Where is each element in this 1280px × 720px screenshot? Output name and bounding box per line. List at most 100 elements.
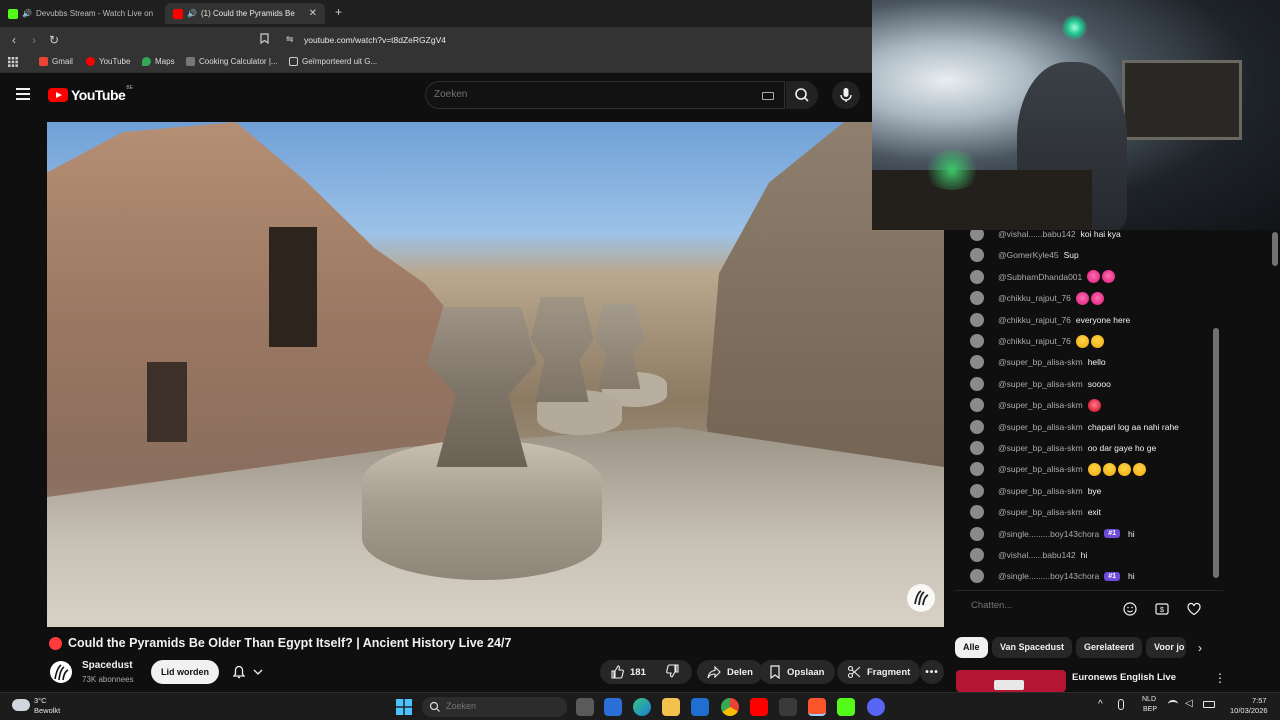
suggested-video-thumbnail[interactable] — [956, 670, 1066, 692]
chip-all[interactable]: Alle — [955, 637, 988, 658]
brave-icon[interactable] — [808, 698, 826, 716]
bookmark-imported-folder[interactable]: Geïmporteerd uit G... — [289, 57, 377, 66]
reload-icon[interactable]: ↻ — [46, 32, 62, 48]
dislike-button[interactable] — [665, 663, 686, 681]
cloud-icon[interactable] — [12, 699, 30, 711]
close-tab-icon[interactable]: ✕ — [309, 8, 317, 19]
weather-temperature[interactable]: 3°C — [34, 696, 47, 705]
heart-button[interactable] — [1185, 600, 1203, 618]
more-actions-button[interactable]: ••• — [920, 660, 944, 684]
chip-from-channel[interactable]: Van Spacedust — [992, 637, 1073, 658]
search-box[interactable] — [425, 81, 785, 109]
chat-avatar[interactable] — [970, 483, 984, 498]
chat-author[interactable]: @vishal......babu142 — [998, 230, 1076, 239]
keyboard-language[interactable]: NLD — [1142, 696, 1156, 703]
chrome-icon[interactable] — [721, 698, 739, 716]
discord-icon[interactable] — [867, 698, 885, 716]
store-icon[interactable] — [604, 698, 622, 716]
keyboard-layout[interactable]: BEP — [1143, 706, 1157, 713]
super-chat-button[interactable]: $ — [1153, 600, 1171, 618]
bookmark-cooking-calculator[interactable]: Cooking Calculator |... — [186, 57, 278, 66]
share-button[interactable]: Delen — [697, 660, 763, 684]
chip-for-you[interactable]: Voor jo — [1146, 637, 1186, 658]
chat-avatar[interactable] — [970, 569, 984, 584]
tray-overflow-icon[interactable]: ^ — [1098, 699, 1103, 710]
site-info-icon[interactable]: ⇋ — [286, 34, 294, 45]
back-icon[interactable]: ‹ — [6, 32, 22, 48]
chevron-right-icon[interactable]: › — [1198, 641, 1202, 655]
chat-avatar[interactable] — [970, 376, 984, 391]
chat-author[interactable]: @chikku_rajput_76 — [998, 315, 1071, 325]
edge-icon[interactable] — [633, 698, 651, 716]
chat-input[interactable] — [971, 600, 1111, 611]
chat-author[interactable]: @GomerKyle45 — [998, 250, 1059, 260]
task-view-icon[interactable] — [576, 698, 594, 716]
address-bar[interactable]: ⇋ youtube.com/watch?v=t8dZeRGZgV4 — [280, 31, 865, 49]
tab-youtube-video[interactable]: 🔊 (1) Could the Pyramids Be ✕ — [165, 3, 325, 24]
video-player[interactable] — [47, 122, 944, 627]
chip-related[interactable]: Gerelateerd — [1076, 637, 1143, 658]
chat-author[interactable]: @chikku_rajput_76 — [998, 336, 1071, 346]
chat-author[interactable]: @super_bp_alisa-skm — [998, 357, 1083, 367]
keyboard-icon[interactable] — [762, 92, 774, 100]
outlook-icon[interactable] — [691, 698, 709, 716]
bookmark-icon[interactable] — [256, 32, 272, 48]
chat-avatar[interactable] — [970, 462, 984, 477]
chat-author[interactable]: @SubhamDhanda001 — [998, 272, 1082, 282]
bookmark-gmail[interactable]: Gmail — [39, 57, 73, 66]
voice-search-button[interactable] — [832, 81, 860, 109]
more-vertical-icon[interactable]: ⋮ — [1214, 671, 1226, 685]
bookmark-maps[interactable]: Maps — [142, 57, 175, 66]
chat-avatar[interactable] — [970, 419, 984, 434]
apps-icon[interactable] — [8, 57, 18, 67]
chat-author[interactable]: @super_bp_alisa-skm — [998, 379, 1083, 389]
chat-author[interactable]: @single.........boy143chora — [998, 571, 1099, 581]
battery-icon[interactable] — [1203, 701, 1215, 708]
wifi-icon[interactable] — [1168, 700, 1178, 708]
chat-author[interactable]: @super_bp_alisa-skm — [998, 486, 1083, 496]
youtube-logo[interactable]: YouTube BE — [48, 85, 133, 103]
taskbar-search-input[interactable] — [446, 701, 556, 711]
chat-avatar[interactable] — [970, 291, 984, 306]
page-scrollbar[interactable] — [1272, 232, 1278, 266]
chat-avatar[interactable] — [970, 355, 984, 370]
chat-avatar[interactable] — [970, 548, 984, 562]
chat-author[interactable]: @super_bp_alisa-skm — [998, 443, 1083, 453]
chat-avatar[interactable] — [970, 334, 984, 348]
tab-devubbs-stream[interactable]: 🔊 Devubbs Stream - Watch Live on — [0, 3, 160, 24]
calculator-icon[interactable] — [779, 698, 797, 716]
forward-icon[interactable]: › — [26, 32, 42, 48]
channel-watermark-icon[interactable] — [907, 584, 935, 612]
search-button[interactable] — [786, 81, 818, 109]
chat-avatar[interactable] — [970, 269, 984, 284]
chat-author[interactable]: @single.........boy143chora — [998, 529, 1099, 539]
chat-avatar[interactable] — [970, 248, 984, 263]
file-explorer-icon[interactable] — [662, 698, 680, 716]
chat-author[interactable]: @chikku_rajput_76 — [998, 293, 1071, 303]
channel-avatar[interactable] — [50, 661, 72, 683]
clip-button[interactable]: Fragment — [837, 660, 921, 684]
search-input[interactable] — [434, 89, 754, 100]
clock-date[interactable]: 10/03/2026 — [1230, 706, 1268, 715]
chat-author[interactable]: @super_bp_alisa-skm — [998, 422, 1083, 432]
save-button[interactable]: Opslaan — [759, 660, 835, 684]
chat-author[interactable]: @super_bp_alisa-skm — [998, 464, 1083, 474]
join-button[interactable]: Lid worden — [151, 660, 219, 684]
chat-author[interactable]: @super_bp_alisa-skm — [998, 507, 1083, 517]
chat-avatar[interactable] — [970, 526, 984, 541]
clock-time[interactable]: 7:57 — [1252, 696, 1267, 705]
windows-start-icon[interactable] — [396, 699, 412, 715]
chat-scrollbar[interactable] — [1213, 328, 1219, 578]
chat-avatar[interactable] — [970, 312, 984, 327]
mic-tray-icon[interactable] — [1118, 699, 1124, 710]
taskbar-search[interactable] — [422, 697, 567, 717]
notifications-button[interactable] — [227, 660, 271, 684]
volume-icon[interactable]: ◁ — [1185, 698, 1193, 709]
chat-avatar[interactable] — [970, 398, 984, 413]
chat-avatar[interactable] — [970, 441, 984, 455]
chat-avatar[interactable] — [970, 230, 984, 241]
kick-app-icon[interactable] — [837, 698, 855, 716]
chat-author[interactable]: @super_bp_alisa-skm — [998, 400, 1083, 410]
youtube-app-icon[interactable] — [750, 698, 768, 716]
new-tab-icon[interactable]: + — [335, 5, 342, 19]
